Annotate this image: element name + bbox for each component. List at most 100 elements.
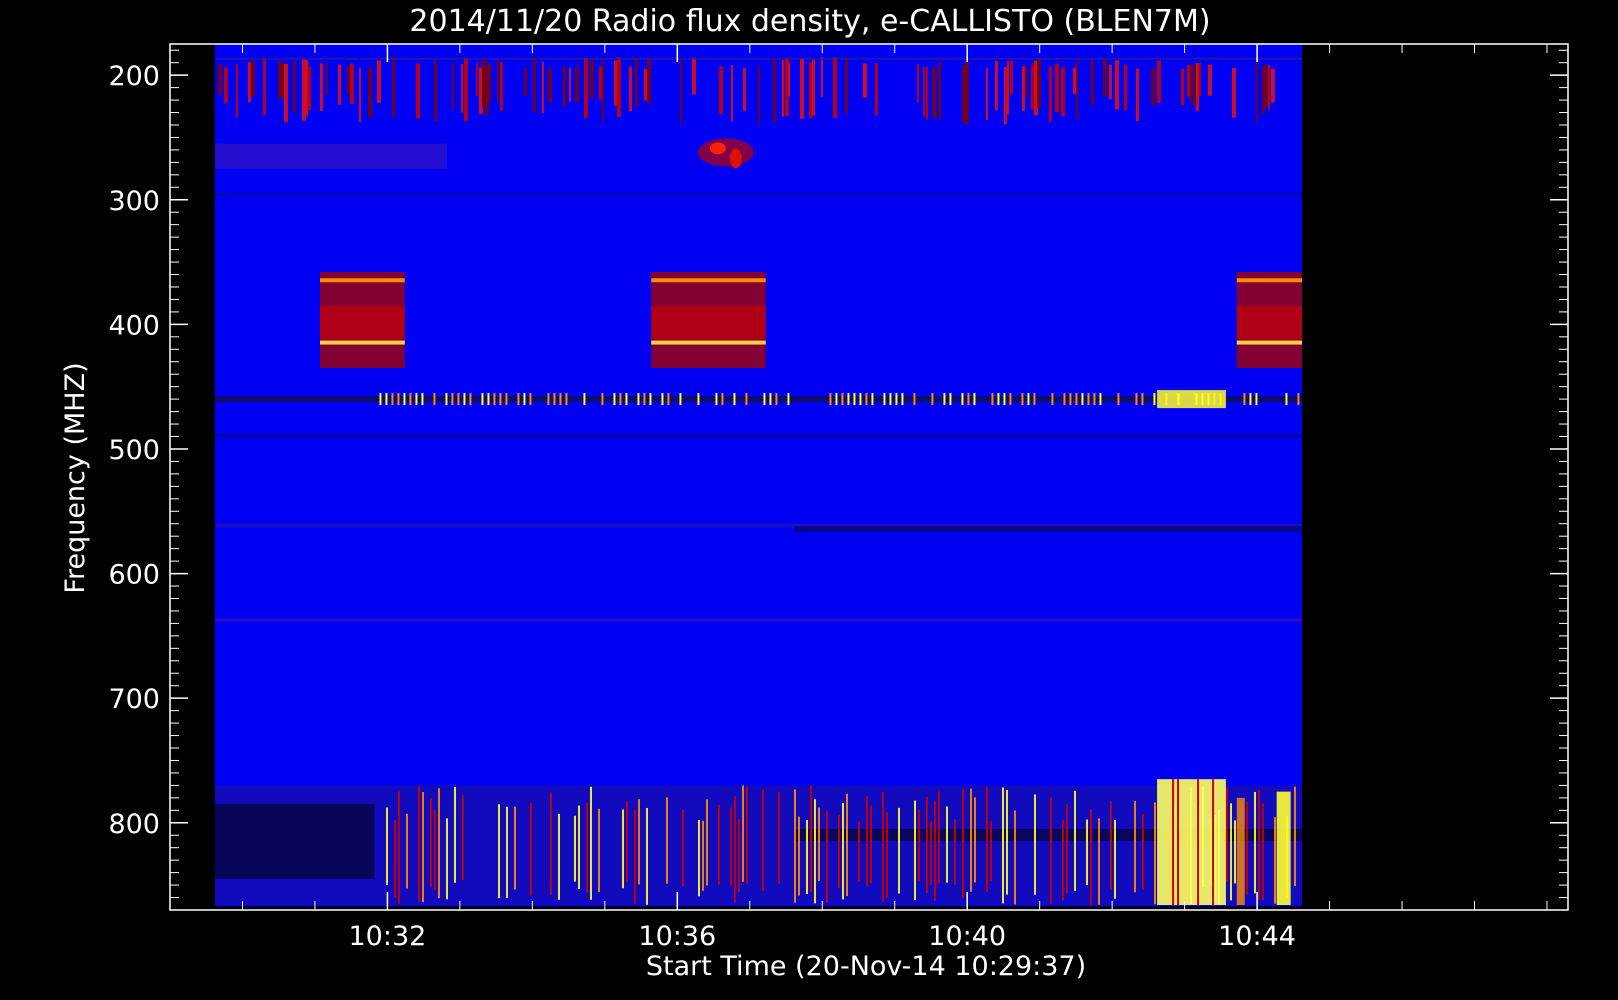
rfi-streak bbox=[933, 801, 936, 901]
rfi-streak bbox=[994, 61, 998, 111]
rfi-streak bbox=[461, 794, 464, 881]
rfi-line-tick bbox=[457, 393, 460, 406]
rfi-streak bbox=[969, 788, 972, 892]
rfi-line-tick bbox=[913, 393, 916, 406]
rfi-streak bbox=[1150, 68, 1155, 106]
rfi-streak bbox=[857, 821, 860, 882]
rfi-streak bbox=[1024, 66, 1027, 97]
rfi-streak bbox=[513, 806, 516, 890]
rfi-line-tick bbox=[463, 393, 466, 406]
rfi-streak bbox=[453, 787, 456, 883]
calibration-block bbox=[320, 272, 405, 368]
rfi-line-tick bbox=[829, 393, 832, 406]
rfi-line-tick bbox=[895, 393, 898, 406]
rfi-line-tick bbox=[409, 393, 412, 406]
rfi-line-tick bbox=[1081, 393, 1084, 406]
rfi-streak bbox=[557, 813, 560, 900]
rfi-streak bbox=[985, 786, 988, 892]
rfi-line-tick bbox=[649, 393, 652, 406]
rfi-streak bbox=[292, 61, 296, 113]
rfi-streak bbox=[496, 58, 499, 102]
calibration-block bbox=[651, 272, 766, 368]
rfi-streak bbox=[451, 62, 454, 111]
rfi-streak bbox=[1293, 786, 1296, 886]
rfi-line-base bbox=[214, 396, 1303, 403]
rfi-streak bbox=[913, 800, 916, 901]
calibration-core bbox=[651, 305, 766, 340]
rfi-line-tick bbox=[451, 393, 454, 406]
rfi-line-tick bbox=[445, 393, 448, 406]
rfi-line-tick bbox=[529, 393, 532, 406]
rfi-line-tick bbox=[1093, 393, 1096, 406]
rfi-streak bbox=[1270, 68, 1275, 103]
rfi-streak bbox=[589, 786, 592, 900]
rfi-streak bbox=[729, 807, 732, 886]
rfi-streak bbox=[325, 62, 328, 96]
rfi-streak bbox=[250, 61, 255, 97]
rfi-line-tick bbox=[679, 393, 682, 406]
rfi-line-tick bbox=[601, 393, 604, 406]
rfi-streak bbox=[772, 58, 776, 123]
rfi-streak bbox=[487, 62, 491, 103]
rfi-streak bbox=[1102, 59, 1107, 96]
rfi-streak bbox=[628, 66, 632, 112]
rfi-line-186 bbox=[214, 57, 1303, 60]
rfi-streak bbox=[577, 805, 580, 889]
rfi-streak bbox=[1108, 64, 1112, 100]
y-tick-label: 300 bbox=[108, 186, 160, 217]
rfi-line-tick bbox=[835, 393, 838, 406]
rfi-line-tick bbox=[1027, 393, 1030, 406]
rfi-streak bbox=[1075, 58, 1078, 121]
rfi-streak bbox=[283, 63, 288, 123]
rfi-streak bbox=[1225, 787, 1228, 882]
rfi-streak bbox=[874, 63, 878, 116]
rfi-streak bbox=[433, 60, 437, 122]
rfi-streak bbox=[541, 61, 544, 114]
rfi-streak bbox=[421, 792, 424, 903]
rfi-streak bbox=[1135, 68, 1139, 122]
rfi-streak bbox=[787, 62, 790, 97]
rfi-streak bbox=[1097, 818, 1100, 905]
rfi-streak bbox=[1255, 57, 1258, 123]
rfi-streak bbox=[1048, 66, 1052, 122]
rfi-line-tick bbox=[1141, 393, 1144, 406]
rfi-line-tick bbox=[1135, 393, 1138, 406]
rfi-streak bbox=[799, 58, 804, 119]
rfi-streak bbox=[637, 799, 640, 885]
rfi-streak bbox=[1009, 60, 1013, 95]
rfi-line-tick bbox=[379, 393, 382, 406]
rfi-streak bbox=[916, 63, 919, 103]
rfi-streak bbox=[349, 63, 354, 105]
y-tick-label: 600 bbox=[108, 560, 160, 591]
rfi-streak bbox=[922, 66, 925, 117]
rfi-streak bbox=[1207, 64, 1212, 96]
rfi-streak bbox=[665, 797, 668, 884]
rfi-line-tick bbox=[391, 393, 394, 406]
rfi-line-tick bbox=[433, 393, 436, 406]
rfi-streak bbox=[1245, 801, 1248, 895]
rfi-streak bbox=[574, 66, 579, 103]
rfi-line-tick bbox=[565, 393, 568, 406]
rfi-line-tick bbox=[1003, 393, 1006, 406]
rfi-streak bbox=[797, 816, 800, 896]
rfi-line-tick bbox=[1285, 393, 1288, 406]
y-tick-label: 700 bbox=[108, 684, 160, 715]
x-tick-label: 10:44 bbox=[1218, 921, 1296, 952]
rfi-line-tick bbox=[883, 393, 886, 406]
rfi-line-tick bbox=[841, 393, 844, 406]
rfi-streak bbox=[445, 818, 448, 900]
rfi-line-tick bbox=[1255, 393, 1258, 406]
rfi-line-636 bbox=[214, 618, 1303, 622]
rfi-line-295 bbox=[214, 193, 1303, 196]
rfi-streak bbox=[1198, 63, 1201, 97]
rfi-streak bbox=[307, 66, 311, 111]
rfi-line-tick bbox=[745, 393, 748, 406]
calibration-block bbox=[1236, 272, 1303, 368]
rfi-streak bbox=[1054, 63, 1059, 113]
rfi-streak bbox=[1090, 59, 1094, 106]
calibration-line-bottom bbox=[651, 340, 766, 345]
rfi-streak bbox=[1021, 66, 1025, 112]
rfi-streak bbox=[1109, 801, 1112, 890]
rfi-streak bbox=[393, 820, 396, 898]
rfi-streak bbox=[376, 60, 381, 103]
